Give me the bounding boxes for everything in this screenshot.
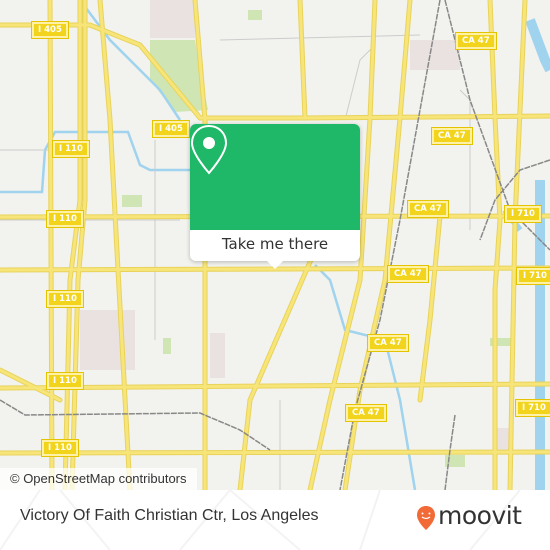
park-area (248, 10, 262, 20)
highway-shield: I 110 (52, 140, 90, 158)
moovit-logo[interactable]: moovit (416, 501, 522, 535)
popup-header[interactable] (190, 124, 360, 230)
highway-shield: CA 47 (431, 127, 473, 145)
map-attribution[interactable]: © OpenStreetMap contributors (0, 468, 197, 490)
place-name: Victory Of Faith Christian Ctr, Los Ange… (20, 507, 319, 524)
highway-shield: I 110 (46, 290, 84, 308)
location-popup[interactable]: Take me there (190, 124, 360, 269)
highway-shield: I 110 (46, 372, 84, 390)
highway-shield: CA 47 (455, 32, 497, 50)
highway-shield: CA 47 (387, 265, 429, 283)
highway-shield: I 710 (504, 205, 542, 223)
highway-shield: CA 47 (345, 404, 387, 422)
popup-pointer (267, 261, 283, 269)
highway-shield: I 110 (41, 439, 79, 457)
highway-shield: CA 47 (367, 334, 409, 352)
industrial-area (80, 310, 135, 370)
moovit-wordmark: moovit (438, 501, 522, 530)
map[interactable]: I 405 I 405 I 110 I 110 I 110 I 110 I 11… (0, 0, 550, 490)
industrial-area (150, 0, 195, 38)
footer: Victory Of Faith Christian Ctr, Los Ange… (0, 490, 550, 550)
park-area (122, 195, 142, 207)
highway-shield: I 710 (515, 399, 550, 417)
map-pin-icon (190, 124, 228, 175)
highway-shield: I 405 (152, 120, 190, 138)
highway-shield: I 710 (516, 267, 550, 285)
industrial-area (210, 333, 225, 378)
take-me-there-button[interactable]: Take me there (190, 230, 360, 261)
park-area (163, 338, 171, 354)
industrial-area (410, 40, 460, 70)
moovit-pin-icon (417, 506, 435, 530)
highway-shield: I 405 (31, 21, 69, 39)
highway-shield: CA 47 (407, 200, 449, 218)
highway-shield: I 110 (46, 210, 84, 228)
